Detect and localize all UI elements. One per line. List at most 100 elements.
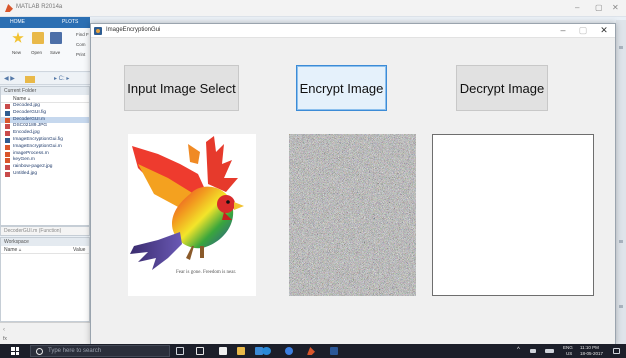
m-file-icon bbox=[5, 158, 10, 164]
cortana-ring-icon bbox=[36, 348, 43, 355]
command-prompt-icon: fx bbox=[3, 336, 7, 342]
image-file-icon bbox=[5, 165, 10, 171]
decrypt-image-button[interactable]: Decrypt Image bbox=[456, 65, 548, 111]
workspace-name-column[interactable]: Name ▵ bbox=[4, 246, 21, 254]
word-icon[interactable] bbox=[330, 347, 338, 355]
file-list-item[interactable]: rainbow-page2.jpg bbox=[1, 164, 89, 171]
file-list: Decoded.jpg DecoderGUI.fig DecoderGUI.m DSC… bbox=[1, 103, 89, 178]
folder-icon bbox=[25, 76, 35, 83]
m-file-icon bbox=[5, 144, 10, 150]
encrypt-image-button[interactable]: Encrypt Image bbox=[296, 65, 387, 111]
tab-home[interactable]: HOME bbox=[10, 19, 25, 25]
gui-maximize-button[interactable]: ▢ bbox=[573, 25, 593, 36]
decrypted-image-axes bbox=[432, 134, 594, 296]
image-caption-text: Fear is gone. Freedom is near. bbox=[176, 270, 237, 275]
current-folder-header: Current Folder bbox=[1, 87, 89, 95]
gui-close-button[interactable]: ✕ bbox=[594, 25, 614, 36]
windows-start-icon[interactable] bbox=[11, 347, 19, 355]
file-list-item[interactable]: ImageEncryptionGui.fig bbox=[1, 137, 89, 144]
encrypted-image-axes bbox=[289, 134, 416, 296]
file-name: Untitled.jpg bbox=[13, 170, 37, 176]
fig-file-icon bbox=[5, 137, 10, 143]
name-column-header[interactable]: Name ▵ bbox=[1, 95, 89, 103]
notification-icon[interactable] bbox=[613, 348, 620, 354]
file-list-item[interactable]: DecoderGUI.fig bbox=[1, 110, 89, 117]
scroll-mark-icon bbox=[619, 46, 623, 49]
details-text: DecoderGUI.m (Function) bbox=[1, 227, 89, 235]
encrypted-noise-image bbox=[289, 134, 416, 296]
tray-language[interactable]: ENG bbox=[563, 345, 573, 350]
task-view-icon[interactable] bbox=[196, 347, 204, 355]
gui-title-bar: ImageEncryptionGui – ▢ ✕ bbox=[91, 24, 615, 38]
file-name: DSC02189.JPG bbox=[13, 123, 48, 129]
workspace-header: Workspace bbox=[1, 238, 89, 246]
file-name: keyGen.m bbox=[13, 157, 35, 163]
image-file-icon bbox=[5, 131, 10, 137]
matlab-right-scroll-strip[interactable] bbox=[616, 20, 626, 344]
matlab-title-bar: MATLAB R2014a – ▢ ✕ bbox=[0, 0, 626, 17]
file-list-item[interactable]: ImageEncryptionGui.m bbox=[1, 144, 89, 151]
clock-date[interactable]: 18-05-2017 bbox=[580, 351, 603, 356]
open-folder-icon[interactable] bbox=[32, 32, 44, 44]
file-name: ImageEncryptionGui.m bbox=[13, 143, 62, 149]
ribbon-toolbar: New Open Save Find F Com Print bbox=[0, 28, 90, 72]
network-icon[interactable] bbox=[530, 349, 536, 353]
open-button-label[interactable]: Open bbox=[31, 50, 42, 55]
image-file-icon bbox=[5, 104, 10, 109]
input-image-select-button[interactable]: Input Image Select bbox=[124, 65, 239, 111]
new-button-label[interactable]: New bbox=[12, 50, 21, 55]
find-files-button[interactable]: Find F bbox=[76, 32, 89, 37]
file-list-item[interactable]: Decoded.jpg bbox=[1, 103, 89, 110]
current-folder-panel: Current Folder Name ▵ Decoded.jpg Decoder… bbox=[0, 86, 90, 226]
gui-minimize-button[interactable]: – bbox=[553, 25, 573, 35]
file-name: DecoderGUI.fig bbox=[13, 109, 47, 115]
new-script-icon[interactable] bbox=[12, 32, 24, 43]
figure-icon bbox=[94, 27, 102, 35]
matlab-minimize-button[interactable]: – bbox=[575, 3, 579, 12]
m-file-icon bbox=[5, 151, 10, 157]
scroll-mark-icon bbox=[619, 240, 623, 243]
edge-icon[interactable] bbox=[219, 347, 227, 355]
image-encryption-window: ImageEncryptionGui – ▢ ✕ Input Image Sel… bbox=[90, 23, 616, 345]
file-name: imageProcess.m bbox=[13, 150, 49, 156]
matlab-close-button[interactable]: ✕ bbox=[612, 3, 619, 12]
print-button[interactable]: Print bbox=[76, 52, 85, 57]
scroll-mark-icon bbox=[619, 305, 623, 308]
gui-window-title: ImageEncryptionGui bbox=[106, 27, 161, 33]
taskbar-search-box[interactable]: Type here to search bbox=[30, 345, 170, 357]
windows-taskbar: Type here to search ^ ENG US 11:10 PM 18… bbox=[0, 344, 626, 358]
matlab-window-title: MATLAB R2014a bbox=[16, 4, 63, 10]
clock-time[interactable]: 11:10 PM bbox=[580, 345, 599, 350]
matlab-taskbar-icon[interactable] bbox=[307, 347, 315, 355]
scroll-left-icon[interactable]: ‹ bbox=[3, 327, 5, 333]
internet-explorer-icon[interactable] bbox=[262, 347, 271, 355]
file-list-item[interactable]: Untitled.jpg bbox=[1, 171, 89, 178]
keyboard-icon[interactable] bbox=[545, 349, 554, 353]
back-forward-arrows-icon[interactable]: ◀ ▶ bbox=[4, 75, 15, 82]
tab-plots[interactable]: PLOTS bbox=[62, 19, 78, 25]
compare-button[interactable]: Com bbox=[76, 42, 86, 47]
taskbar-search-placeholder: Type here to search bbox=[48, 348, 102, 354]
folder-path-bar: ◀ ▶ ▸ C: ▸ bbox=[0, 73, 90, 85]
ribbon-tabs: HOME PLOTS bbox=[0, 17, 90, 28]
file-explorer-icon[interactable] bbox=[237, 347, 245, 355]
image-file-icon bbox=[5, 171, 10, 177]
chrome-icon[interactable] bbox=[285, 347, 293, 355]
details-panel: DecoderGUI.m (Function) bbox=[0, 226, 90, 236]
save-icon[interactable] bbox=[50, 32, 62, 44]
microphone-icon[interactable] bbox=[176, 347, 184, 355]
workspace-value-column[interactable]: Value bbox=[73, 246, 85, 254]
path-text[interactable]: ▸ C: ▸ bbox=[54, 75, 69, 82]
tray-locale[interactable]: US bbox=[566, 351, 572, 356]
tray-chevron-icon[interactable]: ^ bbox=[517, 347, 520, 353]
save-button-label[interactable]: Save bbox=[50, 50, 60, 55]
m-file-icon bbox=[5, 117, 10, 123]
image-file-icon bbox=[5, 124, 10, 130]
workspace-panel: Workspace Name ▵ Value bbox=[0, 237, 90, 322]
file-list-item[interactable]: Encoded.jpg bbox=[1, 130, 89, 137]
matlab-maximize-button[interactable]: ▢ bbox=[595, 3, 603, 12]
file-name: DecoderGUI.m bbox=[13, 116, 45, 122]
command-window-strip[interactable]: ‹ fx bbox=[0, 322, 90, 344]
file-name: Decoded.jpg bbox=[13, 103, 40, 108]
original-image-axes: Fear is gone. Freedom is near. bbox=[128, 134, 256, 296]
